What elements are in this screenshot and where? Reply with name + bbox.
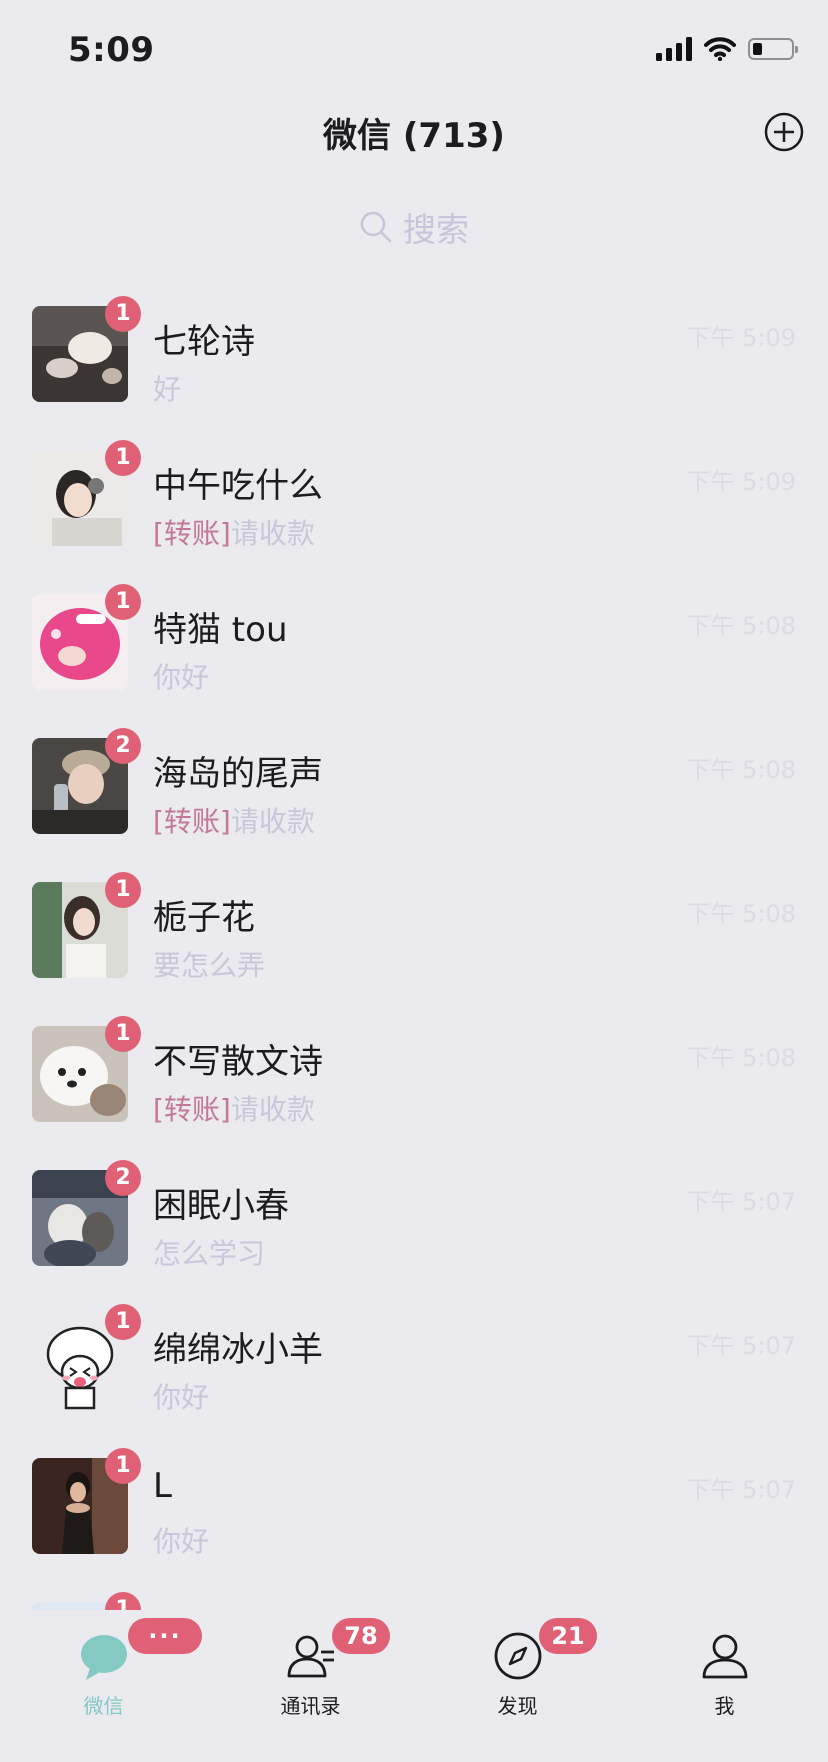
- chat-name: 特猫 tou: [153, 610, 288, 650]
- chat-time: 下午 5:08: [686, 756, 796, 784]
- battery-icon: [748, 38, 798, 60]
- chat-time: 下午 5:07: [686, 1188, 796, 1216]
- chat-preview-text: 请收款: [230, 805, 315, 838]
- tab-label: 发现: [497, 1694, 538, 1718]
- chat-list-item[interactable]: 1 绵绵冰小羊 你好 下午 5:07: [0, 1296, 828, 1440]
- tab-label: 通讯录: [280, 1694, 341, 1718]
- chat-bubble-icon: [80, 1635, 127, 1680]
- chat-name: 七轮诗: [153, 322, 255, 362]
- chat-preview: 你好: [153, 1520, 209, 1560]
- chat-name: 中午吃什么: [153, 466, 323, 506]
- chat-list-item[interactable]: 1 七轮诗 好 下午 5:09: [0, 288, 828, 432]
- chat-list-item[interactable]: 2 困眠小春 怎么学习 下午 5:07: [0, 1152, 828, 1296]
- chat-name: 海岛的尾声: [153, 754, 323, 794]
- unread-badge: 1: [105, 1592, 141, 1610]
- unread-badge: 1: [105, 440, 141, 476]
- search-icon: [360, 211, 392, 243]
- chat-preview-text: 你好: [153, 1525, 210, 1558]
- cellular-signal-icon: [656, 37, 692, 61]
- chat-preview: 要怎么弄: [153, 944, 265, 984]
- chat-list-item[interactable]: 1 不写散文诗 [转账]请收款 下午 5:08: [0, 1008, 828, 1152]
- wifi-icon: [704, 37, 736, 61]
- chat-name: 栀子花: [153, 898, 255, 938]
- tab-label: 微信: [83, 1694, 124, 1718]
- chat-preview-text: 请收款: [230, 517, 315, 550]
- chat-preview-text: 你好: [153, 1381, 210, 1414]
- chat-preview: 你好: [153, 1376, 209, 1416]
- chat-preview-text: 你好: [153, 661, 210, 694]
- chat-time: 下午 5:08: [686, 612, 796, 640]
- transfer-tag: [转账]: [153, 517, 231, 550]
- tab-label: 我: [714, 1694, 735, 1718]
- chat-preview-text: 怎么学习: [153, 1237, 266, 1270]
- chat-preview: 你好: [153, 656, 209, 696]
- unread-badge: 1: [105, 1304, 141, 1340]
- tab-chats[interactable]: 微信 ···: [0, 1610, 207, 1730]
- status-bar: 5:09: [0, 0, 828, 96]
- tab-badge: ···: [128, 1618, 202, 1654]
- chat-preview-text: 好: [153, 373, 182, 406]
- tab-contacts[interactable]: 通讯录 78: [207, 1610, 414, 1730]
- transfer-tag: [转账]: [153, 805, 231, 838]
- unread-badge: 1: [105, 296, 141, 332]
- chat-preview: 好: [153, 368, 181, 408]
- chat-preview: [转账]请收款: [153, 800, 315, 840]
- search-bar[interactable]: 搜索: [0, 202, 828, 252]
- chat-name: 绵绵冰小羊: [153, 1330, 323, 1370]
- unread-badge: 1: [105, 584, 141, 620]
- person-icon: [702, 1634, 747, 1679]
- chat-name: 不写散文诗: [153, 1042, 323, 1082]
- transfer-tag: [转账]: [153, 1093, 231, 1126]
- chat-name: 困眠小春: [153, 1186, 289, 1226]
- status-icons: [656, 34, 798, 64]
- unread-badge: 2: [105, 1160, 141, 1196]
- page-title: 微信 (713): [323, 116, 505, 156]
- chat-preview-text: 请收款: [230, 1093, 315, 1126]
- chat-preview: [转账]请收款: [153, 512, 315, 552]
- compass-icon: [494, 1632, 541, 1680]
- chat-preview: [转账]请收款: [153, 1088, 315, 1128]
- chat-preview-text: 要怎么弄: [153, 949, 266, 982]
- chat-time: 下午 5:07: [686, 1332, 796, 1360]
- search-placeholder: 搜索: [403, 210, 469, 249]
- chat-list-item[interactable]: 1: [0, 1584, 828, 1610]
- chat-list[interactable]: 1 七轮诗 好 下午 5:09 1 中午吃什么 [转账]请收款 下午 5:09 …: [0, 288, 828, 1610]
- unread-badge: 1: [105, 1016, 141, 1052]
- chat-list-item[interactable]: 2 海岛的尾声 [转账]请收款 下午 5:08: [0, 720, 828, 864]
- chat-list-item[interactable]: 1 栀子花 要怎么弄 下午 5:08: [0, 864, 828, 1008]
- tab-badge: 21: [539, 1618, 597, 1654]
- chat-time: 下午 5:09: [686, 468, 796, 496]
- add-plus-button[interactable]: [764, 112, 804, 152]
- chat-time: 下午 5:08: [686, 1044, 796, 1072]
- unread-badge: 2: [105, 728, 141, 764]
- bottom-tab-bar: 微信 ··· 通讯录 78 发现 21 我: [0, 1610, 828, 1762]
- chat-time: 下午 5:07: [686, 1476, 796, 1504]
- chat-time: 下午 5:09: [686, 324, 796, 352]
- status-time: 5:09: [68, 30, 155, 70]
- chat-name: L: [153, 1466, 172, 1506]
- tab-discover[interactable]: 发现 21: [414, 1610, 621, 1730]
- tab-me[interactable]: 我: [621, 1610, 828, 1730]
- unread-badge: 1: [105, 872, 141, 908]
- chat-list-item[interactable]: 1 L 你好 下午 5:07: [0, 1440, 828, 1584]
- chat-list-item[interactable]: 1 特猫 tou 你好 下午 5:08: [0, 576, 828, 720]
- unread-badge: 1: [105, 1448, 141, 1484]
- chat-time: 下午 5:08: [686, 900, 796, 928]
- contacts-icon: [287, 1635, 334, 1678]
- tab-badge: 78: [332, 1618, 390, 1654]
- chat-preview: 怎么学习: [153, 1232, 265, 1272]
- chat-list-item[interactable]: 1 中午吃什么 [转账]请收款 下午 5:09: [0, 432, 828, 576]
